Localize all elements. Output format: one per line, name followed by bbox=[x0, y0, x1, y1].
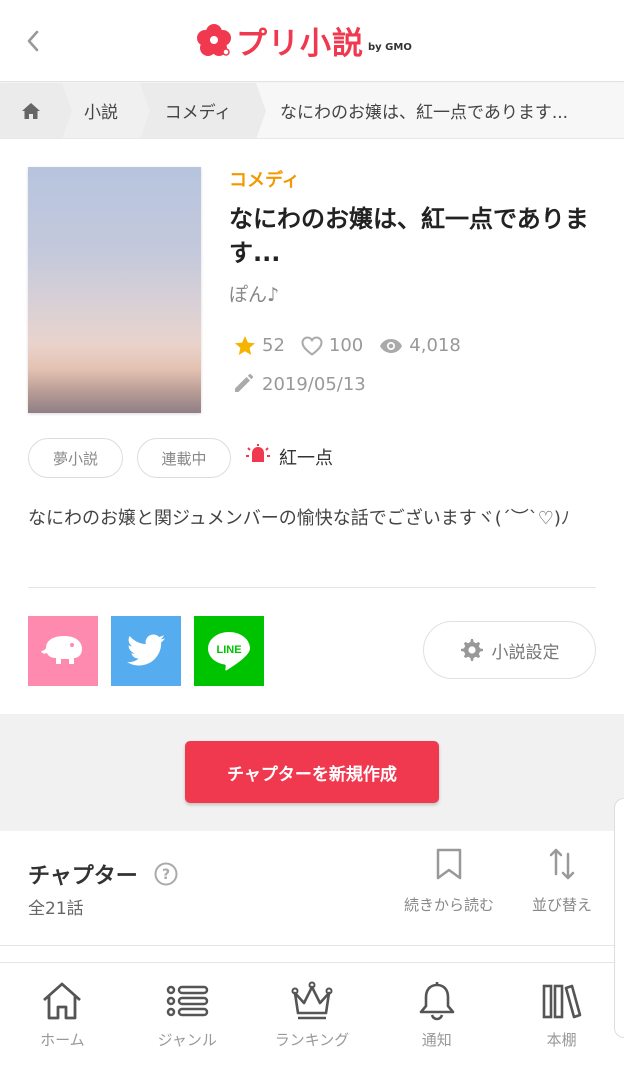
chevron-left-icon bbox=[27, 30, 39, 52]
pin-tag[interactable]: 紅一点 bbox=[245, 444, 333, 470]
divider bbox=[0, 945, 624, 946]
breadcrumb-current: なにわのお嬢は、紅一点であります... bbox=[256, 83, 624, 138]
twitter-bird-icon bbox=[127, 634, 165, 666]
breadcrumb-current-label: なにわのお嬢は、紅一点であります... bbox=[280, 103, 569, 123]
chapter-count: 全21話 bbox=[28, 899, 84, 919]
sort-label: 並び替え bbox=[531, 896, 592, 914]
elephant-icon bbox=[41, 636, 82, 664]
line-logo-icon: LINE bbox=[208, 632, 250, 671]
share-prism-button[interactable] bbox=[28, 616, 98, 686]
chapter-title-label: チャプター bbox=[28, 864, 138, 889]
star-icon bbox=[235, 336, 255, 355]
home-icon bbox=[43, 982, 82, 1020]
novel-author[interactable]: ぽん♪ bbox=[229, 280, 279, 307]
share-twitter-button[interactable] bbox=[111, 616, 181, 686]
novel-stats: 52 100 4,018 bbox=[234, 335, 477, 356]
like-count: 100 bbox=[301, 335, 363, 356]
logo-by-gmo: by GMO bbox=[368, 41, 412, 53]
divider bbox=[28, 587, 596, 588]
app-header: プリ小説 by GMO bbox=[0, 0, 624, 82]
resume-reading-label: 続きから読む bbox=[403, 896, 494, 914]
pin-tag-label: 紅一点 bbox=[279, 448, 333, 469]
svg-text:LINE: LINE bbox=[216, 644, 241, 656]
heart-icon bbox=[301, 335, 323, 356]
novel-title: なにわのお嬢は、紅一点であります... bbox=[229, 205, 589, 267]
sort-arrows-icon bbox=[549, 848, 575, 880]
breadcrumb: 小説 コメディ なにわのお嬢は、紅一点であります... bbox=[0, 83, 624, 139]
breadcrumb-genre-label: コメディ bbox=[164, 103, 232, 123]
novel-description: なにわのお嬢と関ジュメンバーの愉快な話でございますヾ(´︶`♡)ﾉ bbox=[28, 508, 570, 529]
view-count: 4,018 bbox=[379, 335, 461, 356]
nav-ranking[interactable]: ランキング bbox=[250, 963, 375, 1066]
crown-icon bbox=[291, 981, 333, 1020]
nav-genre[interactable]: ジャンル bbox=[125, 963, 250, 1066]
resume-reading-button[interactable]: 続きから読む bbox=[398, 848, 500, 915]
nav-bookshelf[interactable]: 本棚 bbox=[499, 963, 624, 1066]
back-button[interactable] bbox=[18, 24, 48, 58]
updated-date: 2019/05/13 bbox=[232, 373, 366, 395]
nav-home-label: ホーム bbox=[40, 1031, 85, 1049]
breadcrumb-novels-label: 小説 bbox=[84, 103, 118, 123]
list-icon bbox=[166, 985, 209, 1017]
like-count-value: 100 bbox=[328, 335, 364, 356]
flower-logo-icon bbox=[197, 24, 231, 56]
logo-text: プリ小説 bbox=[236, 25, 364, 62]
updated-date-value: 2019/05/13 bbox=[262, 373, 366, 395]
home-icon bbox=[22, 102, 40, 119]
scroll-handle[interactable] bbox=[614, 798, 624, 1038]
share-line-button[interactable]: LINE bbox=[194, 616, 264, 686]
nav-bookshelf-label: 本棚 bbox=[546, 1031, 577, 1049]
nav-notifications-label: 通知 bbox=[421, 1031, 452, 1049]
nav-notifications[interactable]: 通知 bbox=[374, 963, 499, 1066]
bookmark-icon bbox=[436, 848, 462, 880]
bookshelf-icon bbox=[542, 984, 581, 1019]
nav-home[interactable]: ホーム bbox=[0, 963, 125, 1066]
star-count: 52 bbox=[234, 335, 285, 356]
breadcrumb-genre[interactable]: コメディ bbox=[140, 83, 266, 138]
novel-genre[interactable]: コメディ bbox=[229, 166, 300, 192]
sort-button[interactable]: 並び替え bbox=[526, 848, 598, 915]
app-logo[interactable]: プリ小説 by GMO bbox=[196, 20, 412, 62]
help-icon[interactable]: ? bbox=[154, 862, 178, 886]
chapter-section-title: チャプター ? bbox=[28, 858, 178, 890]
svg-text:?: ? bbox=[162, 867, 170, 883]
gear-icon bbox=[460, 639, 483, 661]
spotlight-icon bbox=[246, 444, 270, 462]
bell-icon bbox=[419, 982, 455, 1021]
breadcrumb-novels[interactable]: 小説 bbox=[62, 83, 150, 138]
novel-settings-label: 小説設定 bbox=[491, 642, 560, 663]
tag-ongoing[interactable]: 連載中 bbox=[137, 438, 231, 478]
novel-settings-button[interactable]: 小説設定 bbox=[423, 621, 596, 679]
create-chapter-button[interactable]: チャプターを新規作成 bbox=[185, 741, 439, 803]
view-count-value: 4,018 bbox=[409, 335, 461, 356]
star-count-value: 52 bbox=[262, 335, 285, 356]
bottom-navigation: ホーム ジャンル ランキング 通知 本棚 bbox=[0, 962, 624, 1066]
pencil-icon bbox=[235, 373, 254, 392]
nav-genre-label: ジャンル bbox=[157, 1031, 217, 1049]
eye-icon bbox=[380, 338, 403, 353]
breadcrumb-home[interactable] bbox=[0, 83, 72, 138]
tag-dream-novel[interactable]: 夢小説 bbox=[28, 438, 123, 478]
nav-ranking-label: ランキング bbox=[274, 1031, 350, 1049]
novel-cover-image bbox=[28, 167, 201, 413]
